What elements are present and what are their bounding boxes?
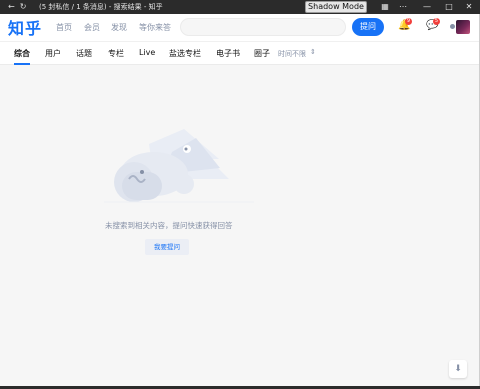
browser-nav: ← ↻ — [0, 0, 38, 14]
tab-columns[interactable]: 专栏 — [108, 48, 124, 59]
window-title: (5 封私信 / 1 条消息) - 搜索结果 - 知乎 — [39, 3, 163, 11]
ask-question-button[interactable]: 提问 — [352, 18, 384, 36]
maximize-icon[interactable]: □ — [440, 0, 458, 14]
tab-circles[interactable]: 圈子 — [254, 48, 270, 59]
shadow-mode-button[interactable]: Shadow Mode — [305, 1, 367, 13]
tab-live[interactable]: Live — [139, 48, 155, 57]
tab-salt-columns[interactable]: 盐选专栏 — [169, 48, 201, 59]
avatar[interactable] — [456, 20, 470, 34]
tab-users[interactable]: 用户 — [45, 48, 61, 59]
refresh-icon[interactable]: ↻ — [20, 0, 27, 14]
menu-icon[interactable]: ⋯ — [394, 0, 412, 14]
page-content: 知乎 首页 会员 发现 等你来答 提问 🔔 9 💬 5 综合 用户 话题 专栏 … — [0, 14, 479, 386]
layout-icon[interactable]: ▦ — [376, 0, 394, 14]
empty-state-illustration — [104, 129, 254, 203]
chevron-updown-icon[interactable]: ⇕ — [310, 48, 316, 56]
nav-home[interactable]: 首页 — [56, 22, 72, 33]
message-badge: 5 — [433, 18, 440, 25]
active-tab-indicator — [14, 63, 30, 65]
tab-ebooks[interactable]: 电子书 — [216, 48, 240, 59]
close-icon[interactable]: ✕ — [460, 0, 478, 14]
nav-waiting[interactable]: 等你来答 — [139, 22, 171, 33]
site-header: 知乎 首页 会员 发现 等你来答 提问 🔔 9 💬 5 — [0, 14, 479, 41]
status-dot — [450, 24, 455, 29]
arrow-down-icon[interactable]: ⬇ — [449, 360, 467, 378]
nav-vip[interactable]: 会员 — [84, 22, 100, 33]
notification-badge: 9 — [405, 18, 412, 25]
empty-message: 未搜索到相关内容，提问快速获得回答 — [105, 221, 233, 230]
minimize-icon[interactable]: — — [418, 0, 436, 14]
nav-discover[interactable]: 发现 — [111, 22, 127, 33]
search-tabs: 综合 用户 话题 专栏 Live 盐选专栏 电子书 圈子 时间不限 ⇕ — [0, 41, 479, 65]
back-arrow-icon[interactable]: ← — [8, 0, 15, 14]
ask-question-empty-button[interactable]: 我要提问 — [145, 239, 189, 255]
search-input[interactable] — [180, 18, 346, 36]
time-filter-select[interactable]: 时间不限 — [278, 49, 306, 59]
tab-topics[interactable]: 话题 — [76, 48, 92, 59]
zhihu-logo[interactable]: 知乎 — [8, 15, 42, 39]
tab-all[interactable]: 综合 — [14, 48, 30, 59]
